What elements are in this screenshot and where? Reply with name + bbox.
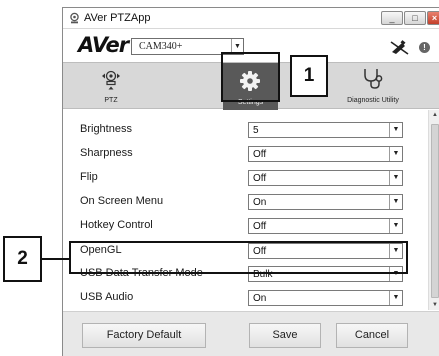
setting-label-sharpness: Sharpness <box>80 147 133 159</box>
dropdown-value: 5 <box>253 125 259 136</box>
dropdown-value: Off <box>253 149 267 160</box>
setting-label-brightness: Brightness <box>80 123 132 135</box>
hotkey-control-dropdown[interactable]: Off ▼ <box>248 218 403 234</box>
title-bar: AVer PTZApp _ □ × <box>63 8 439 29</box>
dropdown-value: On <box>253 293 267 304</box>
save-button[interactable]: Save <box>249 323 321 348</box>
ptz-camera-icon <box>102 70 120 90</box>
dropdown-value: On <box>253 197 267 208</box>
setting-label-flip: Flip <box>80 171 98 183</box>
window-title: AVer PTZApp <box>84 12 151 24</box>
mute-microphone-icon[interactable] <box>388 39 410 55</box>
maximize-button[interactable]: □ <box>404 11 426 25</box>
callout-1: 1 <box>290 55 328 97</box>
brightness-dropdown[interactable]: 5 ▼ <box>248 122 403 138</box>
tab-ptz-label: PTZ <box>104 97 118 104</box>
scroll-up-icon[interactable]: ▲ <box>429 112 439 118</box>
sharpness-dropdown[interactable]: Off ▼ <box>248 146 403 162</box>
chevron-down-icon: ▼ <box>389 147 402 161</box>
settings-list: Brightness 5 ▼ Sharpness Off ▼ Flip Off … <box>63 110 428 310</box>
close-button[interactable]: × <box>427 11 439 25</box>
chevron-down-icon: ▼ <box>389 123 402 137</box>
settings-scrollbar[interactable]: ▲ ▼ <box>428 110 439 310</box>
on-screen-menu-dropdown[interactable]: On ▼ <box>248 194 403 210</box>
chevron-down-icon: ▼ <box>389 171 402 185</box>
factory-default-button[interactable]: Factory Default <box>82 323 206 348</box>
chevron-down-icon: ▼ <box>389 195 402 209</box>
usb-transfer-mode-highlight <box>69 241 408 274</box>
app-camera-icon <box>70 12 79 24</box>
scroll-down-icon[interactable]: ▼ <box>429 302 439 308</box>
minimize-button[interactable]: _ <box>381 11 403 25</box>
dropdown-value: Off <box>253 221 267 232</box>
setting-label-usb-audio: USB Audio <box>80 291 134 303</box>
dropdown-value: Off <box>253 173 267 184</box>
usb-audio-dropdown[interactable]: On ▼ <box>248 290 403 306</box>
scrollbar-thumb[interactable] <box>431 124 439 298</box>
info-icon[interactable]: ! <box>419 42 430 53</box>
tab-diagnostic-utility[interactable]: Diagnostic Utility <box>331 63 415 109</box>
chevron-down-icon: ▼ <box>389 219 402 233</box>
callout-2: 2 <box>3 236 42 282</box>
tab-diagnostic-label: Diagnostic Utility <box>347 97 399 104</box>
setting-label-on-screen-menu: On Screen Menu <box>80 195 164 207</box>
callout-connector <box>41 258 69 260</box>
chevron-down-icon: ▼ <box>389 291 402 305</box>
tab-ptz[interactable]: PTZ <box>86 63 136 109</box>
action-bar: Factory Default Save Cancel <box>63 311 439 356</box>
stethoscope-icon <box>364 69 383 89</box>
cancel-button[interactable]: Cancel <box>336 323 408 348</box>
settings-tab-highlight <box>221 52 280 102</box>
camera-select-value: CAM340+ <box>139 41 183 52</box>
setting-label-hotkey-control: Hotkey Control <box>80 219 153 231</box>
aver-logo: AVer <box>78 33 129 57</box>
flip-dropdown[interactable]: Off ▼ <box>248 170 403 186</box>
